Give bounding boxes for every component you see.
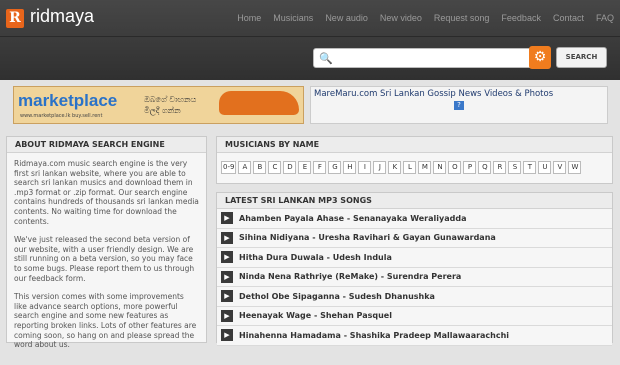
- musicians-panel: MUSICIANS BY NAME 0-9 A B C D E F G H I …: [216, 136, 613, 184]
- logo-text[interactable]: ridmaya: [30, 6, 94, 27]
- song-title[interactable]: Hinahenna Hamadama - Shashika Pradeep Ma…: [239, 331, 509, 340]
- play-icon[interactable]: ▶: [221, 212, 233, 225]
- letter-link[interactable]: N: [433, 161, 447, 174]
- letter-link[interactable]: Q: [478, 161, 492, 174]
- letter-link[interactable]: A: [238, 161, 252, 174]
- about-paragraph: We've just released the second beta vers…: [14, 235, 195, 283]
- about-paragraph: Ridmaya.com music search engine is the v…: [14, 159, 199, 226]
- song-row[interactable]: ▶ Ahamben Payala Ahase - Senanayaka Wera…: [217, 209, 612, 229]
- banner-url: www.marketplace.lk buy.sell.rent: [20, 113, 103, 119]
- letter-link[interactable]: D: [283, 161, 297, 174]
- song-row[interactable]: ▶ Heenayak Wage - Shehan Pasquel: [217, 306, 612, 326]
- banner-sinhala-text: ඔබගේ වාහනය මිලදී ගන්න: [144, 95, 197, 115]
- letter-index: 0-9 A B C D E F G H I J K L M N O P Q R …: [217, 153, 612, 182]
- letter-link[interactable]: G: [328, 161, 342, 174]
- nav-new-audio[interactable]: New audio: [325, 13, 368, 23]
- letter-link[interactable]: U: [538, 161, 552, 174]
- song-title[interactable]: Ahamben Payala Ahase - Senanayaka Werali…: [239, 214, 466, 223]
- musicians-heading: MUSICIANS BY NAME: [217, 137, 612, 153]
- play-icon[interactable]: ▶: [221, 290, 233, 303]
- letter-link[interactable]: O: [448, 161, 462, 174]
- letter-link[interactable]: M: [418, 161, 432, 174]
- song-title[interactable]: Dethol Obe Sipaganna - Sudesh Dhanushka: [239, 292, 435, 301]
- nav-feedback[interactable]: Feedback: [501, 13, 541, 23]
- song-row[interactable]: ▶ Dethol Obe Sipaganna - Sudesh Dhanushk…: [217, 287, 612, 307]
- play-icon[interactable]: ▶: [221, 231, 233, 244]
- ad-text[interactable]: MareMaru.com Sri Lankan Gossip News Vide…: [314, 89, 553, 99]
- song-row[interactable]: ▶ Hitha Dura Duwala - Udesh Indula: [217, 248, 612, 268]
- banner-brand: marketplace: [18, 91, 118, 110]
- letter-link[interactable]: L: [403, 161, 417, 174]
- song-row[interactable]: ▶ Sihina Nidiyana - Uresha Ravihari & Ga…: [217, 228, 612, 248]
- play-icon[interactable]: ▶: [221, 309, 233, 322]
- letter-link[interactable]: P: [463, 161, 477, 174]
- about-panel: ABOUT RIDMAYA SEARCH ENGINE Ridmaya.com …: [6, 136, 207, 349]
- about-paragraph: This version comes with some improvement…: [14, 292, 197, 350]
- letter-link[interactable]: J: [373, 161, 387, 174]
- main-nav: Home Musicians New audio New video Reque…: [237, 13, 614, 23]
- letter-link[interactable]: T: [523, 161, 537, 174]
- settings-icon[interactable]: ⚙: [529, 46, 551, 69]
- logo-icon[interactable]: R: [6, 9, 24, 28]
- letter-link[interactable]: S: [508, 161, 522, 174]
- letter-link[interactable]: R: [493, 161, 507, 174]
- songs-heading: LATEST SRI LANKAN MP3 SONGS: [217, 193, 612, 209]
- marketplace-banner[interactable]: marketplace www.marketplace.lk buy.sell.…: [13, 86, 304, 124]
- nav-faq[interactable]: FAQ: [596, 13, 614, 23]
- letter-link[interactable]: W: [568, 161, 582, 174]
- car-image: [219, 91, 299, 115]
- search-input[interactable]: 🔍: [313, 48, 549, 68]
- song-title[interactable]: Heenayak Wage - Shehan Pasquel: [239, 311, 392, 320]
- letter-link[interactable]: I: [358, 161, 372, 174]
- letter-link[interactable]: B: [253, 161, 267, 174]
- song-row[interactable]: ▶ Ninda Nena Rathriye (ReMake) - Surendr…: [217, 267, 612, 287]
- about-body: Ridmaya.com music search engine is the v…: [7, 153, 206, 365]
- letter-link[interactable]: E: [298, 161, 312, 174]
- top-bar: R ridmaya Home Musicians New audio New v…: [0, 0, 620, 80]
- nav-new-video[interactable]: New video: [380, 13, 422, 23]
- songs-panel: LATEST SRI LANKAN MP3 SONGS ▶ Ahamben Pa…: [216, 192, 613, 346]
- search-button[interactable]: SEARCH: [556, 47, 607, 68]
- ad-info-icon[interactable]: ?: [454, 101, 464, 110]
- song-title[interactable]: Ninda Nena Rathriye (ReMake) - Surendra …: [239, 272, 461, 281]
- nav-home[interactable]: Home: [237, 13, 261, 23]
- letter-link[interactable]: F: [313, 161, 327, 174]
- search-icon: 🔍: [319, 52, 333, 65]
- letter-link[interactable]: H: [343, 161, 357, 174]
- play-icon[interactable]: ▶: [221, 251, 233, 264]
- nav-request-song[interactable]: Request song: [434, 13, 490, 23]
- letter-link[interactable]: 0-9: [221, 161, 237, 174]
- text-ad[interactable]: MareMaru.com Sri Lankan Gossip News Vide…: [310, 86, 608, 124]
- letter-link[interactable]: C: [268, 161, 282, 174]
- letter-link[interactable]: K: [388, 161, 402, 174]
- play-icon[interactable]: ▶: [221, 270, 233, 283]
- about-heading: ABOUT RIDMAYA SEARCH ENGINE: [7, 137, 206, 153]
- letter-link[interactable]: V: [553, 161, 567, 174]
- song-title[interactable]: Sihina Nidiyana - Uresha Ravihari & Gaya…: [239, 233, 496, 242]
- play-icon[interactable]: ▶: [221, 329, 233, 342]
- nav-contact[interactable]: Contact: [553, 13, 584, 23]
- nav-musicians[interactable]: Musicians: [273, 13, 313, 23]
- song-title[interactable]: Hitha Dura Duwala - Udesh Indula: [239, 253, 392, 262]
